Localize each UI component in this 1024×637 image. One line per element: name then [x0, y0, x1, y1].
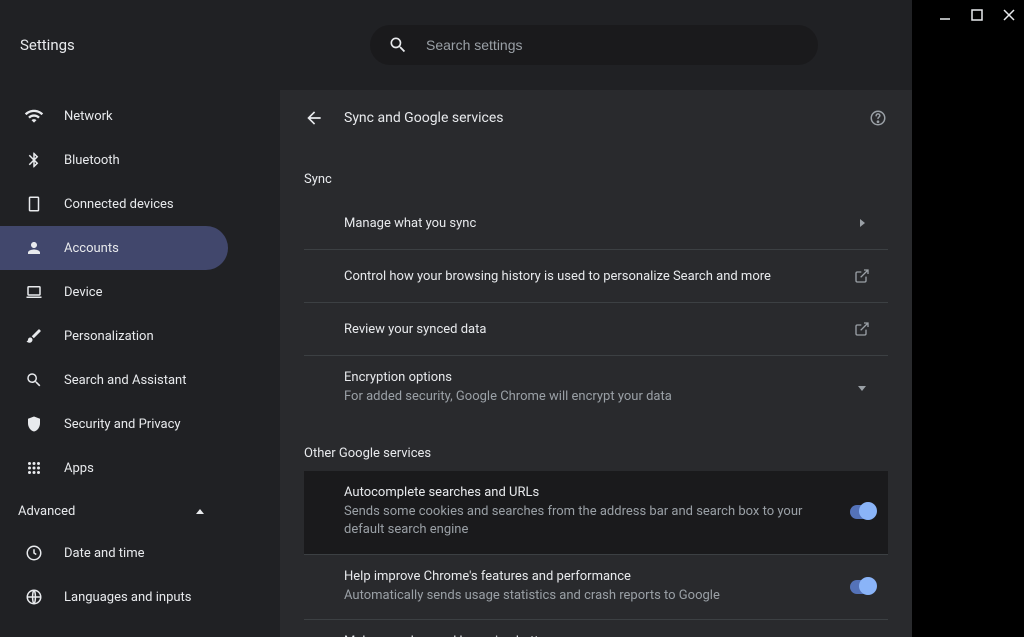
row-title: Encryption options	[344, 370, 836, 385]
section-other-services: Other Google services Autocomplete searc…	[280, 446, 912, 637]
section-sync: Sync Manage what you sync Control how yo…	[280, 172, 912, 420]
laptop-icon	[24, 282, 44, 302]
sidebar-item-label: Search and Assistant	[64, 373, 187, 388]
window-maximize-button[interactable]	[968, 6, 986, 24]
brush-icon	[24, 326, 44, 346]
black-right-margin	[912, 0, 1024, 637]
row-autocomplete[interactable]: Autocomplete searches and URLs Sends som…	[304, 471, 888, 553]
row-title: Manage what you sync	[344, 216, 836, 231]
row-subtitle: Automatically sends usage statistics and…	[344, 587, 836, 605]
globe-icon	[24, 587, 44, 607]
sidebar-item-label: Date and time	[64, 546, 145, 561]
sidebar-item-label: Security and Privacy	[64, 417, 181, 432]
sidebar-item-label: Accounts	[64, 241, 119, 256]
chevron-up-icon	[196, 509, 204, 514]
row-title: Autocomplete searches and URLs	[344, 485, 836, 500]
clock-icon	[24, 543, 44, 563]
sidebar-item-security[interactable]: Security and Privacy	[0, 402, 228, 446]
sidebar-item-languages[interactable]: Languages and inputs	[0, 575, 228, 619]
toggle-autocomplete[interactable]	[850, 500, 874, 524]
sidebar-advanced-toggle[interactable]: Advanced	[0, 490, 228, 531]
bluetooth-icon	[24, 150, 44, 170]
search-icon	[388, 35, 408, 55]
search-input[interactable]	[426, 37, 800, 53]
row-review-synced[interactable]: Review your synced data	[304, 302, 888, 355]
page-header: Sync and Google services	[280, 90, 912, 146]
external-link-icon	[850, 264, 874, 288]
body: Network Bluetooth Connected devices Acco…	[0, 90, 912, 637]
row-title: Control how your browsing history is use…	[344, 269, 836, 284]
section-title: Other Google services	[304, 446, 888, 461]
shield-icon	[24, 414, 44, 434]
row-make-searches-better[interactable]: Make searches and browsing better	[304, 619, 888, 637]
sidebar-item-search-assistant[interactable]: Search and Assistant	[0, 358, 228, 402]
sidebar-item-label: Device	[64, 285, 103, 300]
person-icon	[24, 238, 44, 258]
search-field-container[interactable]	[370, 25, 818, 65]
sync-card: Manage what you sync Control how your br…	[304, 197, 888, 420]
row-title: Review your synced data	[344, 322, 836, 337]
devices-icon	[24, 194, 44, 214]
sidebar-item-connected-devices[interactable]: Connected devices	[0, 182, 228, 226]
other-services-card: Autocomplete searches and URLs Sends som…	[304, 471, 888, 637]
toggle-improve-chrome[interactable]	[850, 575, 874, 599]
settings-title: Settings	[20, 36, 280, 54]
advanced-label: Advanced	[18, 504, 75, 519]
sidebar-item-label: Bluetooth	[64, 153, 120, 168]
apps-grid-icon	[24, 458, 44, 478]
wifi-icon	[24, 106, 44, 126]
row-manage-sync[interactable]: Manage what you sync	[304, 197, 888, 249]
chevron-down-icon	[850, 376, 874, 400]
sidebar-item-network[interactable]: Network	[0, 94, 228, 138]
section-title: Sync	[304, 172, 888, 187]
sidebar-item-label: Languages and inputs	[64, 590, 192, 605]
window-close-button[interactable]	[1000, 6, 1018, 24]
sidebar-item-label: Network	[64, 109, 113, 124]
search-icon	[24, 370, 44, 390]
chevron-right-icon	[850, 211, 874, 235]
help-button[interactable]	[868, 108, 888, 128]
sidebar-item-personalization[interactable]: Personalization	[0, 314, 228, 358]
sidebar-item-label: Apps	[64, 461, 94, 476]
sidebar-item-accounts[interactable]: Accounts	[0, 226, 228, 270]
header: Settings	[0, 0, 912, 90]
row-browsing-history[interactable]: Control how your browsing history is use…	[304, 249, 888, 302]
row-subtitle: Sends some cookies and searches from the…	[344, 503, 836, 539]
sidebar-item-device[interactable]: Device	[0, 270, 228, 314]
row-title: Help improve Chrome's features and perfo…	[344, 569, 836, 584]
row-encryption[interactable]: Encryption options For added security, G…	[304, 355, 888, 420]
sidebar-item-apps[interactable]: Apps	[0, 446, 228, 490]
back-button[interactable]	[304, 108, 324, 128]
sidebar-item-label: Connected devices	[64, 197, 174, 212]
sidebar-item-date-time[interactable]: Date and time	[0, 531, 228, 575]
page-title: Sync and Google services	[344, 110, 848, 126]
external-link-icon	[850, 317, 874, 341]
row-improve-chrome[interactable]: Help improve Chrome's features and perfo…	[304, 554, 888, 619]
content-pane[interactable]: Sync and Google services Sync Manage wha…	[280, 90, 912, 637]
window-controls	[936, 6, 1018, 24]
sidebar-item-bluetooth[interactable]: Bluetooth	[0, 138, 228, 182]
sidebar: Network Bluetooth Connected devices Acco…	[0, 90, 280, 637]
window-minimize-button[interactable]	[936, 6, 954, 24]
row-subtitle: For added security, Google Chrome will e…	[344, 388, 836, 406]
sidebar-item-label: Personalization	[64, 329, 154, 344]
app-window: Settings Network Bluetooth	[0, 0, 912, 637]
